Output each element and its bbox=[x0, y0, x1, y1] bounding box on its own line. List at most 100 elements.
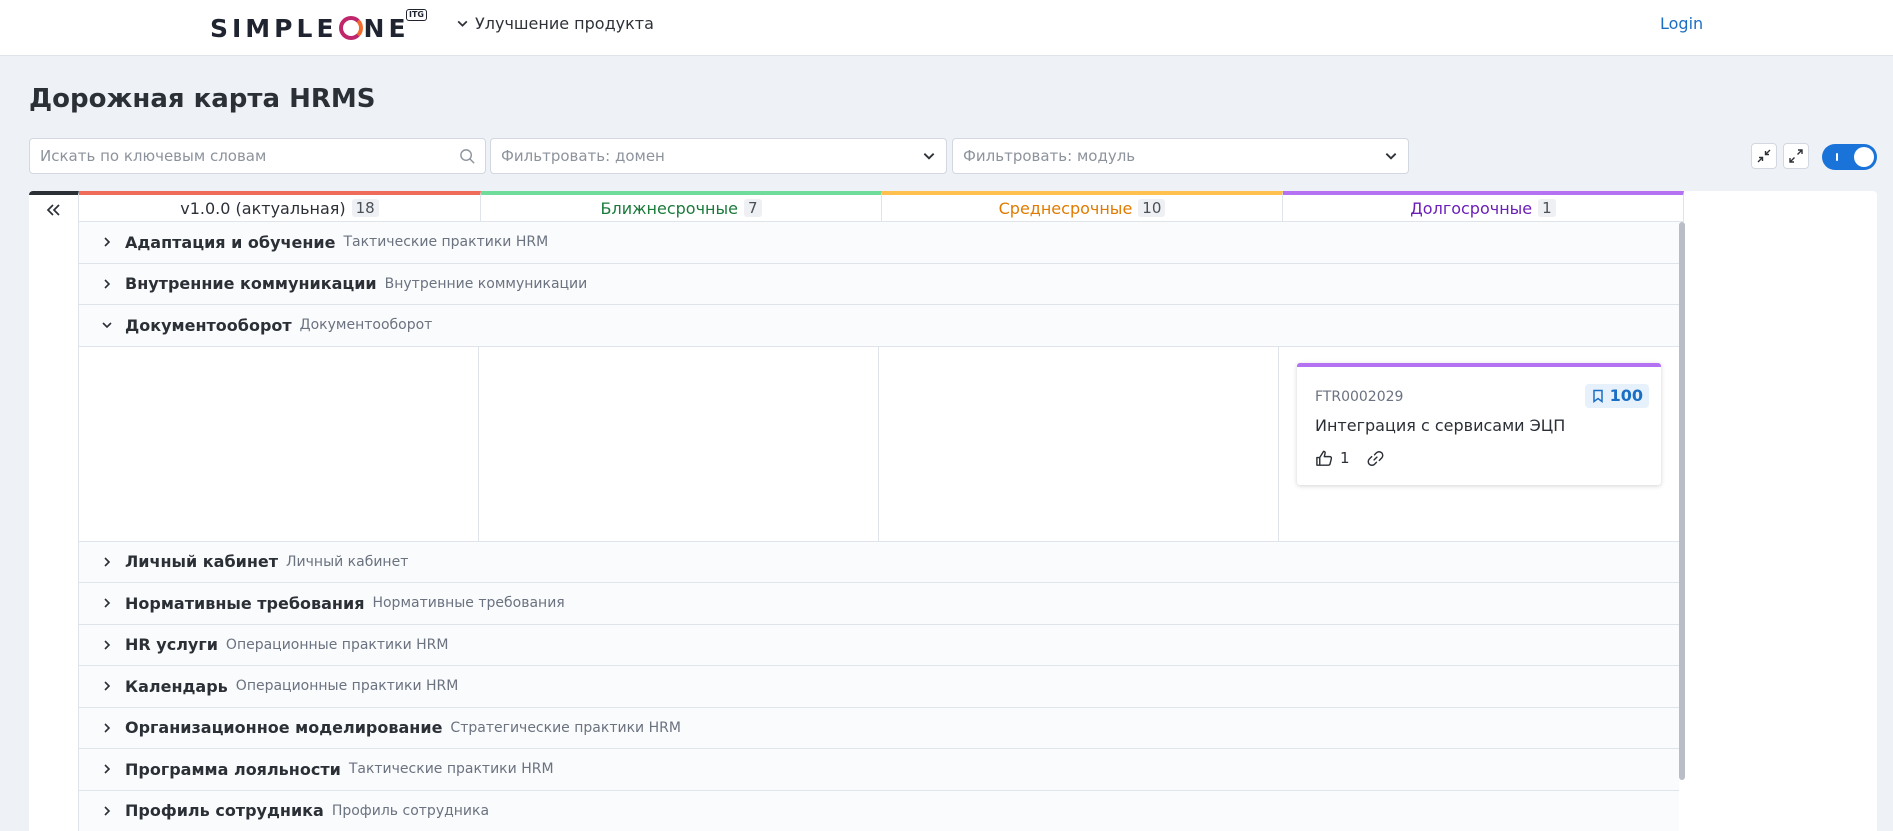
group-row-personal-account[interactable]: Личный кабинет Личный кабинет bbox=[79, 541, 1679, 583]
group-row-adaptation[interactable]: Адаптация и обучение Тактические практик… bbox=[79, 222, 1679, 264]
group-domain: Профиль сотрудника bbox=[331, 802, 490, 819]
top-navigation-bar: SIMPLE NE ITG Улучшение продукта Login bbox=[0, 0, 1893, 56]
group-domain: Тактические практики HRM bbox=[348, 761, 554, 778]
group-row-calendar[interactable]: Календарь Операционные практики HRM bbox=[79, 666, 1679, 708]
chevron-down-icon bbox=[923, 153, 935, 160]
column-count: 1 bbox=[1538, 199, 1556, 217]
link-icon bbox=[1367, 450, 1383, 466]
group-name: Личный кабинет bbox=[125, 552, 279, 572]
column-label: v1.0.0 (актуальная) bbox=[180, 198, 346, 218]
collapse-all-button[interactable] bbox=[1751, 143, 1777, 169]
chevron-down-icon bbox=[1385, 153, 1397, 160]
card-priority-value: 100 bbox=[1609, 386, 1643, 405]
column-count: 10 bbox=[1138, 199, 1166, 217]
toggle-knob bbox=[1854, 147, 1874, 167]
cell-long-term: FTR0002029 100 Интеграция с сервисами ЭЦ… bbox=[1279, 347, 1679, 541]
column-label: Среднесрочные bbox=[998, 198, 1133, 218]
search-input[interactable] bbox=[30, 139, 485, 173]
cell-short-term bbox=[479, 346, 879, 541]
chevron-right-icon bbox=[104, 764, 111, 774]
expand-arrows-icon bbox=[1789, 149, 1803, 163]
chevron-right-icon bbox=[104, 806, 111, 816]
group-domain: Нормативные требования bbox=[372, 595, 565, 612]
card-title: Интеграция с сервисами ЭЦП bbox=[1315, 415, 1566, 435]
group-name: HR услуги bbox=[125, 635, 218, 655]
copy-link-button[interactable] bbox=[1366, 449, 1385, 468]
double-chevron-left-icon[interactable] bbox=[44, 201, 62, 219]
thumbs-up-icon bbox=[1316, 450, 1333, 466]
board-scrollbar[interactable] bbox=[1679, 222, 1685, 780]
group-name: Календарь bbox=[125, 676, 228, 696]
column-header-long-term: Долгосрочные 1 bbox=[1283, 191, 1684, 222]
group-name: Адаптация и обучение bbox=[125, 232, 336, 252]
board-side-column bbox=[29, 191, 79, 831]
logo-text-left: SIMPLE bbox=[210, 13, 338, 43]
group-expanded-cells: FTR0002029 100 Интеграция с сервисами ЭЦ… bbox=[79, 346, 1679, 542]
group-name: Организационное моделирование bbox=[125, 718, 443, 738]
login-link[interactable]: Login bbox=[1660, 14, 1703, 33]
group-domain: Стратегические практики HRM bbox=[450, 719, 681, 736]
expand-all-button[interactable] bbox=[1783, 143, 1809, 169]
chevron-right-icon bbox=[104, 237, 111, 247]
chevron-right-icon bbox=[104, 598, 111, 608]
column-count: 18 bbox=[351, 199, 379, 217]
view-toggle-switch[interactable] bbox=[1822, 144, 1877, 170]
group-name: Профиль сотрудника bbox=[125, 801, 324, 821]
chevron-down-icon bbox=[102, 322, 112, 329]
group-domain: Личный кабинет bbox=[286, 553, 409, 570]
like-count: 1 bbox=[1340, 449, 1350, 467]
column-header-short-term: Ближнесрочные 7 bbox=[481, 191, 882, 222]
chevron-right-icon bbox=[104, 279, 111, 289]
group-name: Программа лояльности bbox=[125, 759, 341, 779]
group-row-hr-services[interactable]: HR услуги Операционные практики HRM bbox=[79, 624, 1679, 666]
group-row-loyalty[interactable]: Программа лояльности Тактические практик… bbox=[79, 749, 1679, 791]
search-icon[interactable] bbox=[459, 148, 476, 165]
column-label: Ближнесрочные bbox=[600, 198, 738, 218]
bookmark-icon bbox=[1592, 389, 1603, 403]
logo-o-mark bbox=[338, 15, 363, 40]
like-button[interactable]: 1 bbox=[1315, 449, 1350, 468]
chevron-right-icon bbox=[104, 681, 111, 691]
group-domain: Операционные практики HRM bbox=[225, 636, 449, 653]
group-name: Документооборот bbox=[125, 315, 292, 335]
group-row-employee-profile[interactable]: Профиль сотрудника Профиль сотрудника bbox=[79, 790, 1679, 831]
card-priority-badge: 100 bbox=[1584, 383, 1649, 408]
chevron-right-icon bbox=[104, 557, 111, 567]
group-domain: Внутренние коммуникации bbox=[384, 275, 588, 292]
module-filter-select[interactable]: Фильтровать: модуль bbox=[952, 138, 1409, 174]
domain-filter-placeholder: Фильтровать: домен bbox=[501, 147, 665, 165]
portal-menu-label: Улучшение продукта bbox=[475, 14, 654, 33]
simpleone-logo[interactable]: SIMPLE NE ITG bbox=[210, 9, 427, 44]
group-domain: Операционные практики HRM bbox=[235, 678, 459, 695]
toggle-on-mark bbox=[1836, 153, 1838, 161]
column-header-current: v1.0.0 (актуальная) 18 bbox=[79, 191, 481, 222]
card-number: FTR0002029 bbox=[1315, 388, 1404, 405]
column-count: 7 bbox=[743, 199, 762, 217]
group-row-internal-comms[interactable]: Внутренние коммуникации Внутренние комму… bbox=[79, 263, 1679, 305]
group-name: Внутренние коммуникации bbox=[125, 274, 377, 294]
logo-text-right: NE bbox=[363, 13, 410, 43]
column-label: Долгосрочные bbox=[1410, 198, 1533, 218]
chevron-down-icon bbox=[457, 20, 468, 27]
collapse-arrows-icon bbox=[1757, 149, 1771, 163]
group-row-org-modeling[interactable]: Организационное моделирование Стратегиче… bbox=[79, 707, 1679, 749]
group-domain: Тактические практики HRM bbox=[343, 234, 549, 251]
cell-mid-term bbox=[879, 346, 1279, 541]
keyword-search bbox=[29, 138, 486, 174]
page-title: Дорожная карта HRMS bbox=[29, 84, 376, 114]
group-rows: Адаптация и обучение Тактические практик… bbox=[79, 222, 1679, 831]
group-domain: Документооборот bbox=[299, 317, 433, 334]
group-name: Нормативные требования bbox=[125, 593, 365, 613]
logo-badge: ITG bbox=[406, 9, 427, 21]
chevron-right-icon bbox=[104, 723, 111, 733]
domain-filter-select[interactable]: Фильтровать: домен bbox=[490, 138, 947, 174]
roadmap-board: v1.0.0 (актуальная) 18 Ближнесрочные 7 С… bbox=[29, 191, 1877, 831]
feature-card[interactable]: FTR0002029 100 Интеграция с сервисами ЭЦ… bbox=[1297, 362, 1661, 485]
portal-menu-dropdown[interactable]: Улучшение продукта bbox=[456, 14, 654, 33]
module-filter-placeholder: Фильтровать: модуль bbox=[963, 147, 1136, 165]
chevron-right-icon bbox=[104, 640, 111, 650]
card-actions: 1 bbox=[1315, 449, 1385, 468]
group-row-document-flow[interactable]: Документооборот Документооборот bbox=[79, 305, 1679, 347]
column-header-mid-term: Среднесрочные 10 bbox=[882, 191, 1283, 222]
group-row-regulatory[interactable]: Нормативные требования Нормативные требо… bbox=[79, 583, 1679, 625]
